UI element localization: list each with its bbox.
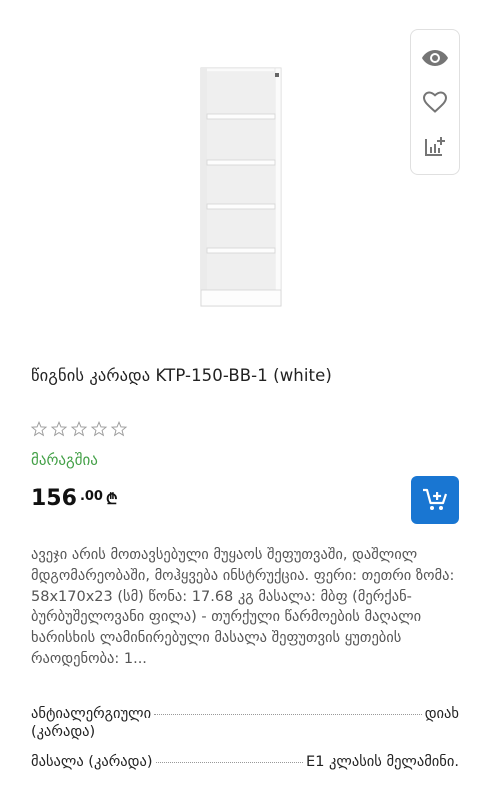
spec-label-continuation: (კარადა) [31,724,96,740]
spec-row-material: მასალა (კარადა) E1 კლასის მელამინი. [31,754,459,770]
favorite-button[interactable] [417,84,453,120]
price-integer: 156 [31,486,77,511]
price-currency: ₾ [105,490,118,508]
spec-value: E1 კლასის მელამინი. [306,754,459,770]
cart-add-icon [423,488,448,510]
spec-label: ანტიალერგიული [31,706,152,722]
spec-label: მასალა (კარადა) [31,754,153,770]
compare-add-icon [425,137,445,156]
product-title: წიგნის კარადა KTP-150-BB-1 (white) [31,366,332,385]
quick-view-button[interactable] [417,40,453,76]
spec-row-antiallergic: ანტიალერგიული დიახ (კარადა) [31,706,459,742]
spec-dots [155,762,304,763]
bookshelf-image [200,67,282,307]
product-description: ავეჯი არის მოთავსებული მუყაოს შეფუთვაში,… [31,547,455,667]
spec-value: დიახ [424,706,459,722]
star-outline-icon [90,420,108,437]
add-to-cart-button[interactable] [411,476,459,524]
eye-icon [422,50,448,66]
star-outline-icon [110,420,128,437]
price: 156 .00 ₾ [31,486,118,512]
stock-status: მარაგშია [31,451,98,469]
spec-dots [154,714,422,715]
heart-icon [422,91,448,113]
star-outline-icon [30,420,48,437]
price-decimal: .00 [79,489,103,504]
star-outline-icon [50,420,68,437]
star-outline-icon [70,420,88,437]
rating-stars[interactable] [30,420,128,438]
product-actions [410,29,460,175]
compare-button[interactable] [417,128,453,164]
